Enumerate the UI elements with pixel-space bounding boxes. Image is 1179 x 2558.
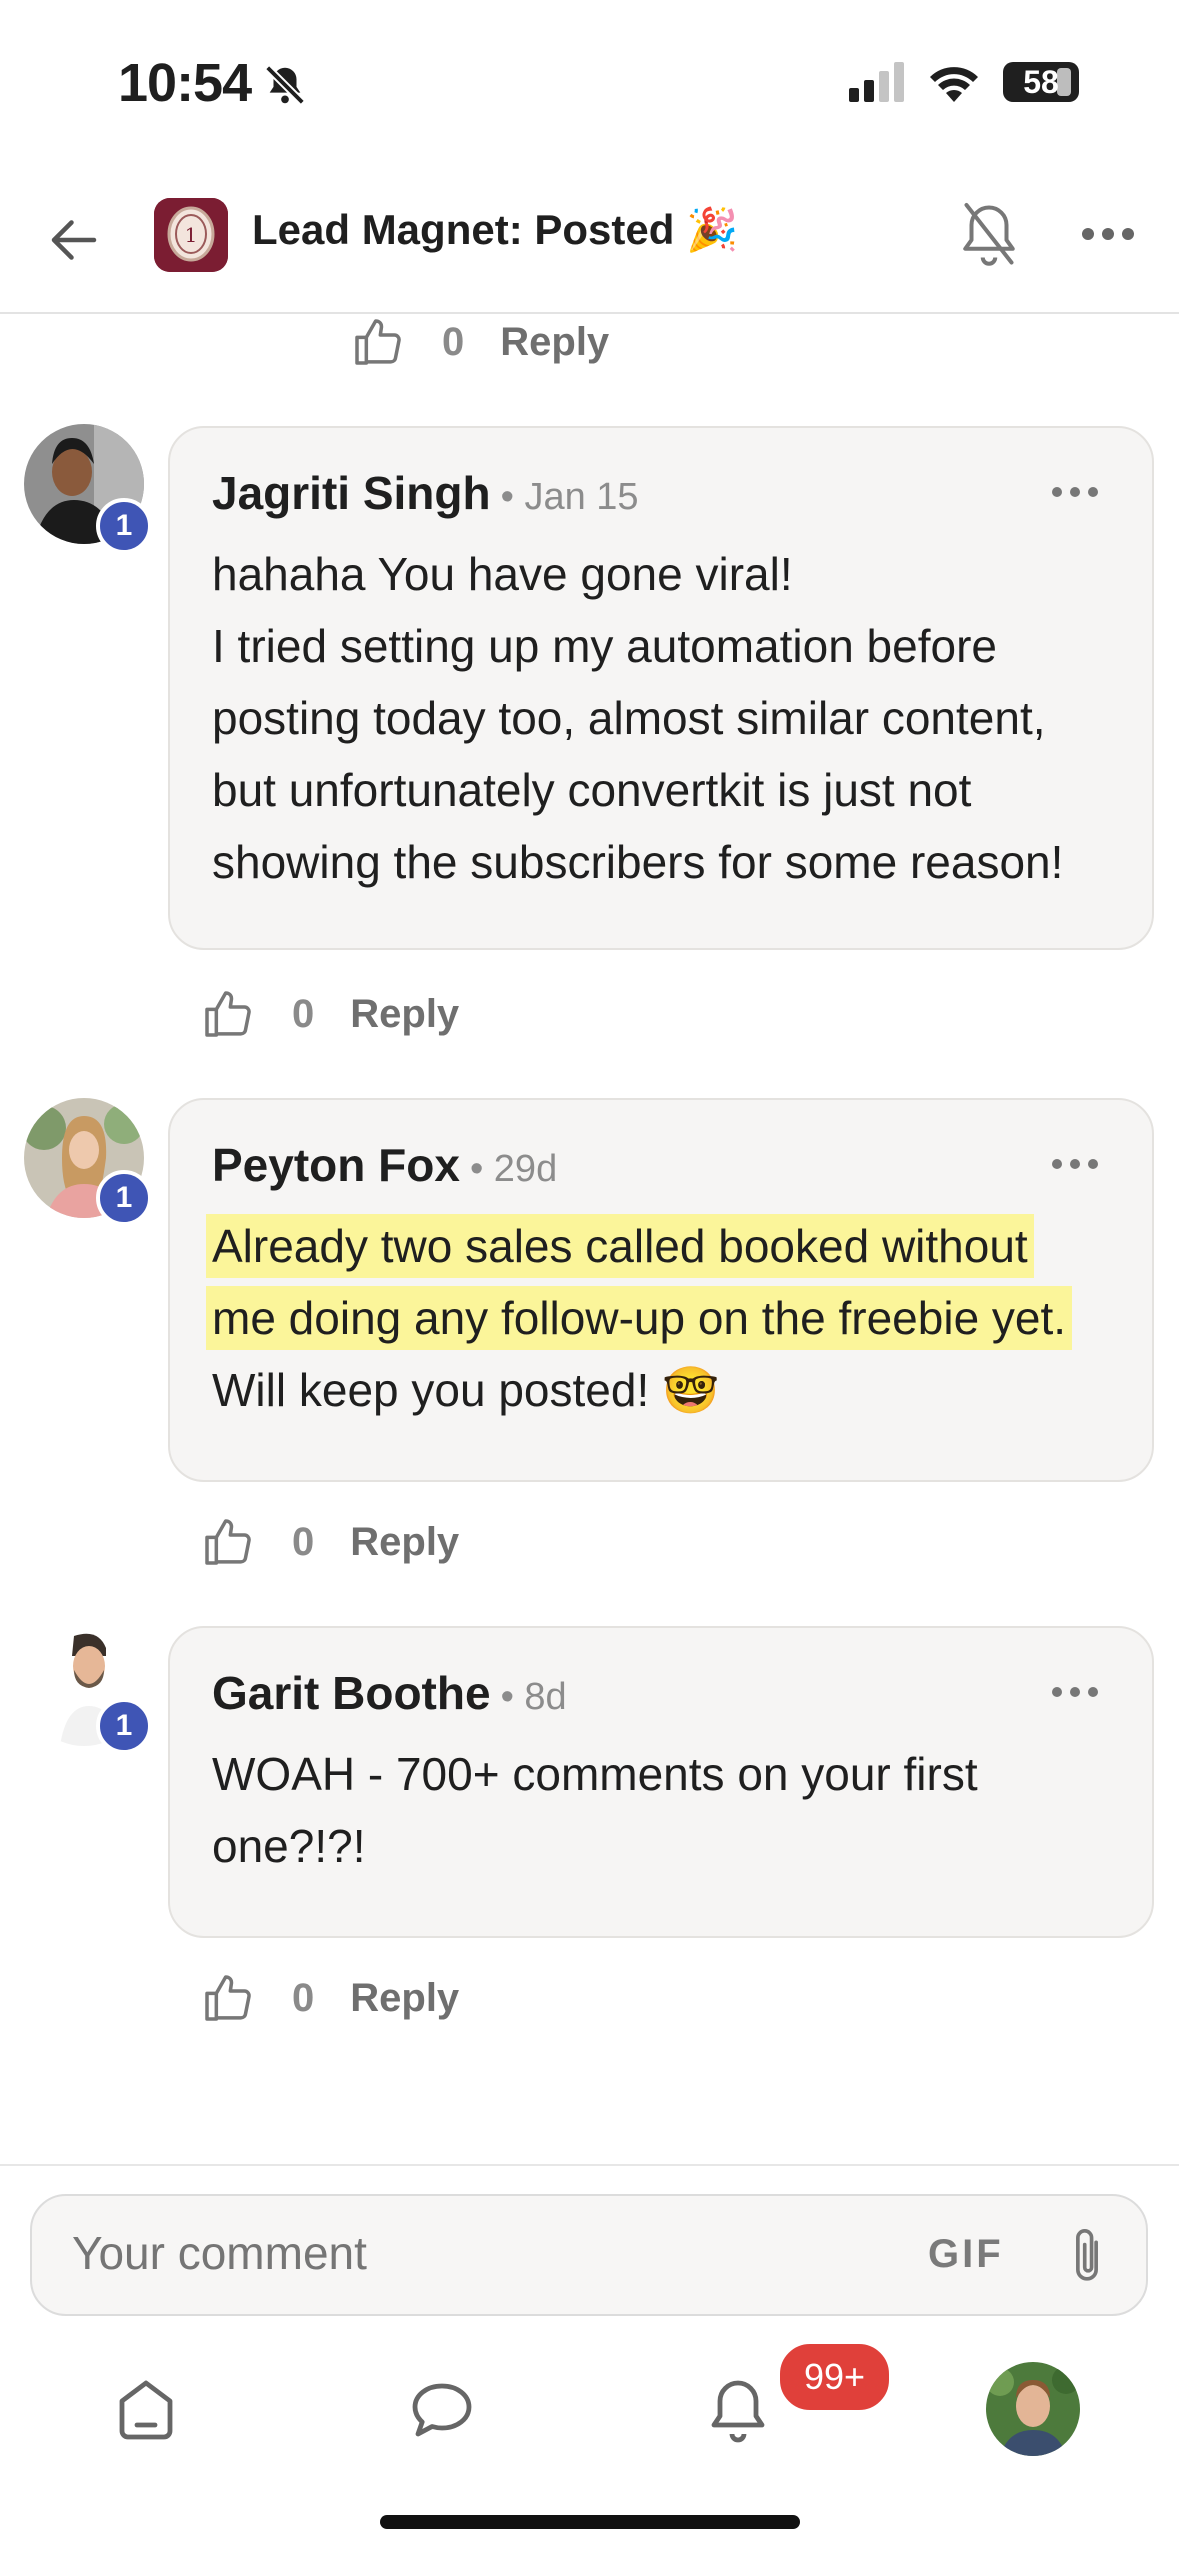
comment-date: • 8d: [500, 1676, 567, 1718]
paperclip-icon[interactable]: [1062, 2224, 1112, 2288]
home-indicator: [380, 2515, 800, 2529]
thumbs-up-icon[interactable]: [200, 1514, 256, 1570]
comment-line: I tried setting up my automation before: [212, 620, 997, 672]
comment-author[interactable]: Peyton Fox: [212, 1138, 460, 1192]
bell-off-icon[interactable]: [958, 200, 1020, 270]
comment-line: one?!?!: [212, 1820, 366, 1872]
back-arrow-icon[interactable]: [44, 210, 104, 270]
comment-author[interactable]: Garit Boothe: [212, 1666, 491, 1720]
coin-icon: 1: [154, 198, 228, 272]
comment-more-icon[interactable]: [1050, 1684, 1100, 1700]
level-badge: 1: [96, 498, 152, 554]
highlighted-text: me doing any follow-up on the freebie ye…: [212, 1292, 1067, 1344]
like-count: 0: [292, 1519, 315, 1564]
level-badge: 1: [96, 1698, 152, 1754]
reply-button[interactable]: Reply: [350, 992, 459, 1037]
thumbs-up-icon[interactable]: [200, 1970, 256, 2026]
comment-composer-area: GIF: [0, 2164, 1179, 2558]
battery-level: 58: [1023, 63, 1059, 100]
status-indicators: 58: [849, 62, 1079, 102]
reply-button[interactable]: Reply: [350, 1520, 459, 1565]
wifi-icon: [930, 67, 978, 102]
comment-line: WOAH - 700+ comments on your first: [212, 1748, 978, 1800]
header: 1 Lead Magnet: Posted 🎉: [0, 170, 1179, 314]
notifications-badge: 99+: [776, 2340, 894, 2414]
profile-avatar[interactable]: [986, 2362, 1080, 2456]
more-options-icon[interactable]: [1080, 222, 1136, 246]
like-count: 0: [442, 319, 465, 364]
battery-indicator: 58: [1003, 62, 1079, 102]
svg-text:1: 1: [185, 223, 198, 247]
comment-bubble: Jagriti Singh • Jan 15 hahaha You have g…: [168, 426, 1154, 950]
silent-mode-icon: [265, 65, 305, 105]
comment-line: but unfortunately convertkit is just not: [212, 764, 972, 816]
reply-button[interactable]: Reply: [500, 320, 609, 365]
comment-line: Will keep you posted! 🤓: [212, 1364, 720, 1416]
thumbs-up-icon[interactable]: [200, 986, 256, 1042]
group-avatar[interactable]: 1: [154, 198, 228, 272]
gif-button[interactable]: GIF: [928, 2232, 1004, 2277]
page-title: Lead Magnet: Posted 🎉: [252, 206, 739, 253]
cellular-signal-icon: [849, 62, 904, 102]
comment-more-icon[interactable]: [1050, 1156, 1100, 1172]
highlighted-text: Already two sales called booked without: [212, 1220, 1028, 1272]
comment-more-icon[interactable]: [1050, 484, 1100, 500]
comment-actions: 0 Reply: [200, 984, 459, 1044]
comment-actions-previous: 0 Reply: [350, 312, 609, 372]
status-time: 10:54: [118, 53, 252, 113]
comment-text: hahaha You have gone viral! I tried sett…: [212, 538, 1112, 898]
comment-date: • 29d: [469, 1148, 558, 1190]
bell-icon[interactable]: [702, 2374, 774, 2446]
comment-composer: GIF: [30, 2194, 1148, 2316]
comment-line: hahaha You have gone viral!: [212, 548, 793, 600]
level-badge: 1: [96, 1170, 152, 1226]
like-count: 0: [292, 1975, 315, 2020]
comment-actions: 0 Reply: [200, 1512, 459, 1572]
comment-line: posting today too, almost similar conten…: [212, 692, 1046, 744]
comment-bubble: Peyton Fox • 29d Already two sales calle…: [168, 1098, 1154, 1482]
thumbs-up-icon[interactable]: [350, 314, 406, 370]
comment-date: • Jan 15: [500, 476, 639, 518]
comment-actions: 0 Reply: [200, 1968, 459, 2028]
comment-line: showing the subscribers for some reason!: [212, 836, 1064, 888]
comment-text: Already two sales called booked without …: [212, 1210, 1112, 1426]
avatar-image: [986, 2362, 1080, 2456]
comment-text: WOAH - 700+ comments on your first one?!…: [212, 1738, 1112, 1882]
comment-bubble: Garit Boothe • 8d WOAH - 700+ comments o…: [168, 1626, 1154, 1938]
reply-button[interactable]: Reply: [350, 1976, 459, 2021]
like-count: 0: [292, 991, 315, 1036]
comment-input[interactable]: [72, 2226, 832, 2280]
home-icon[interactable]: [110, 2374, 182, 2446]
comment-author[interactable]: Jagriti Singh: [212, 466, 491, 520]
chat-icon[interactable]: [406, 2374, 478, 2446]
